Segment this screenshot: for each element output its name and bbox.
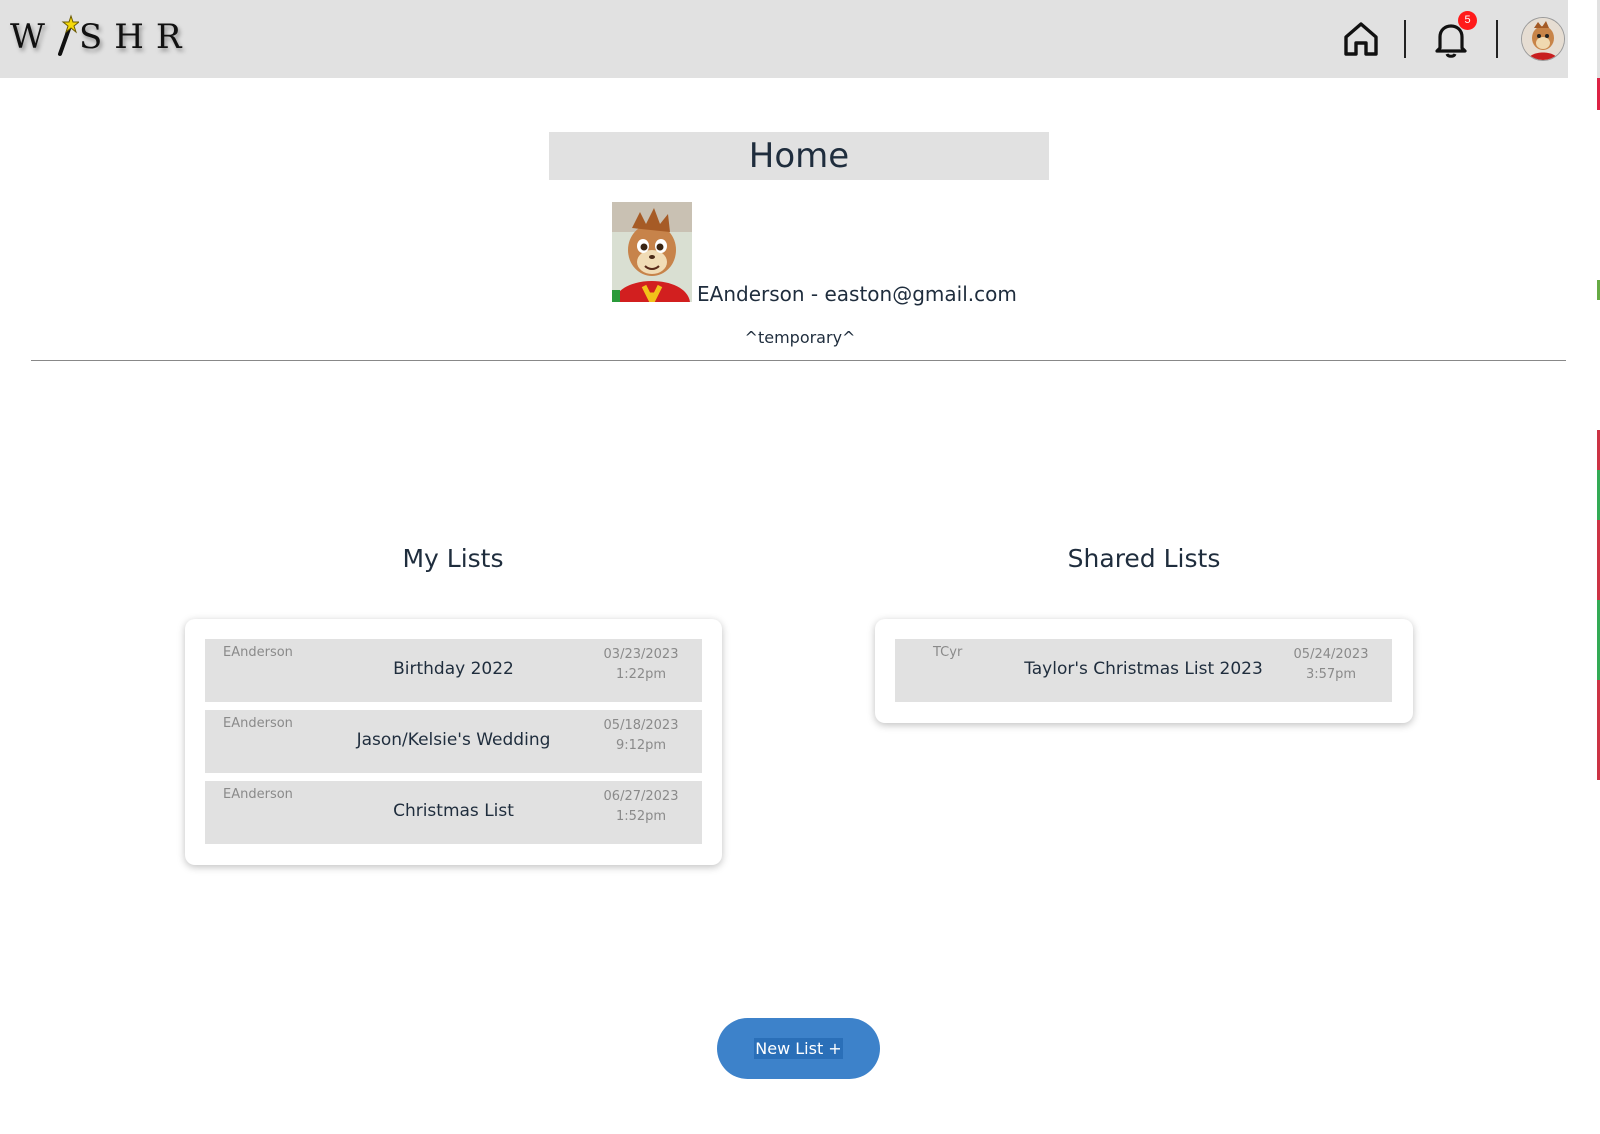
list-item[interactable]: EAnderson Birthday 2022 03/23/2023 1:22p…: [205, 639, 702, 702]
list-item[interactable]: EAnderson Christmas List 06/27/2023 1:52…: [205, 781, 702, 844]
page-title: Home: [549, 132, 1049, 180]
list-timestamp: 03/23/2023 1:22pm: [596, 645, 686, 685]
section-divider: [31, 360, 1566, 361]
home-icon[interactable]: [1340, 18, 1382, 60]
list-owner: TCyr: [933, 645, 963, 660]
shared-lists-heading: Shared Lists: [1067, 544, 1221, 573]
list-item[interactable]: TCyr Taylor's Christmas List 2023 05/24/…: [895, 639, 1392, 702]
list-owner: EAnderson: [223, 787, 293, 802]
list-date: 05/24/2023: [1293, 647, 1369, 662]
list-owner: EAnderson: [223, 645, 293, 660]
list-item[interactable]: EAnderson Jason/Kelsie's Wedding 05/18/2…: [205, 710, 702, 773]
list-date: 03/23/2023: [603, 647, 679, 662]
list-time: 3:57pm: [1305, 667, 1357, 682]
nav-divider: [1496, 20, 1498, 58]
list-owner: EAnderson: [223, 716, 293, 731]
logo-letter-w: W: [10, 17, 57, 57]
list-time: 1:22pm: [615, 667, 667, 682]
nav-divider: [1404, 20, 1406, 58]
list-timestamp: 06/27/2023 1:52pm: [596, 787, 686, 827]
shared-lists-card: TCyr Taylor's Christmas List 2023 05/24/…: [875, 619, 1413, 723]
my-lists-heading: My Lists: [402, 544, 504, 573]
new-list-label: New List +: [754, 1038, 843, 1059]
user-info: EAnderson - easton@gmail.com: [697, 282, 1017, 306]
avatar[interactable]: [1522, 18, 1564, 60]
list-timestamp: 05/18/2023 9:12pm: [596, 716, 686, 756]
wishr-logo[interactable]: W SHR: [10, 14, 194, 60]
new-list-button[interactable]: New List +: [717, 1018, 880, 1079]
wand-icon: [57, 14, 81, 56]
list-timestamp: 05/24/2023 3:57pm: [1286, 645, 1376, 685]
list-time: 9:12pm: [615, 738, 667, 753]
list-date: 06/27/2023: [603, 789, 679, 804]
notification-badge: 5: [1458, 11, 1477, 30]
my-lists-card: EAnderson Birthday 2022 03/23/2023 1:22p…: [185, 619, 722, 865]
top-navbar: W SHR 5: [0, 0, 1568, 78]
list-time: 1:52pm: [615, 809, 667, 824]
logo-letters-shr: SHR: [78, 17, 194, 57]
profile-picture: [612, 202, 692, 302]
temporary-note: ^temporary^: [744, 328, 856, 347]
list-date: 05/18/2023: [603, 718, 679, 733]
